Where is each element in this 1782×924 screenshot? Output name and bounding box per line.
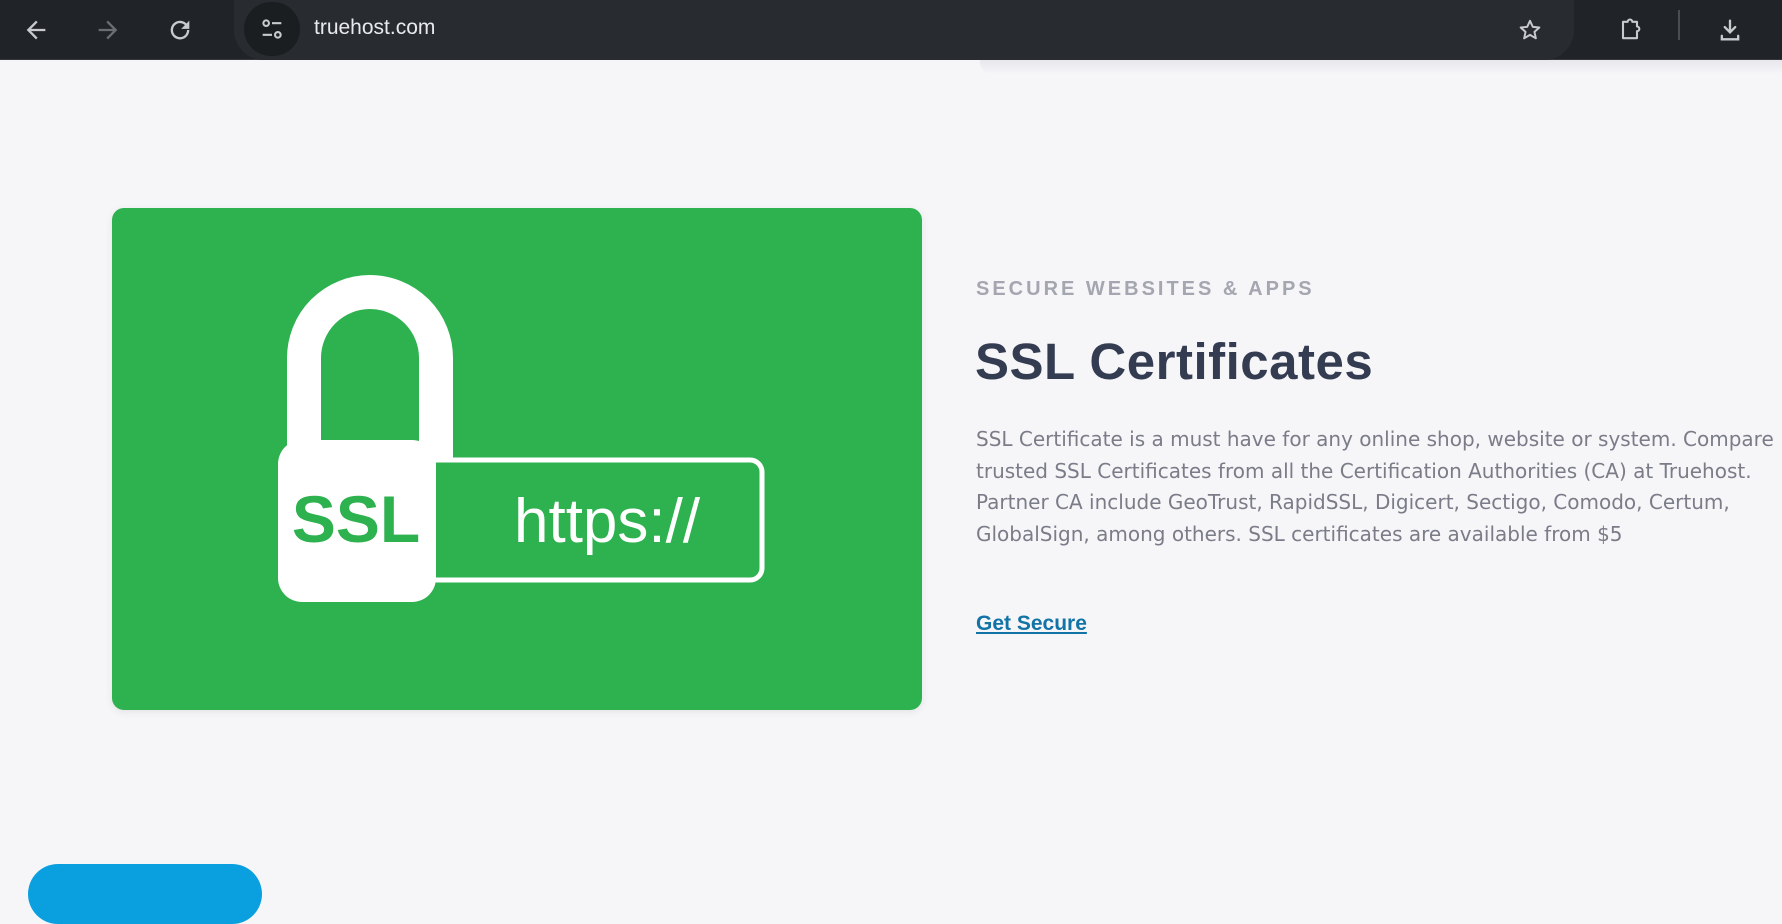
arrow-right-icon (98, 20, 118, 40)
puzzle-icon (1621, 18, 1641, 40)
tune-icon (262, 19, 282, 39)
bookmark-button[interactable] (1506, 6, 1554, 54)
extensions-button[interactable] (1606, 6, 1654, 54)
arrow-left-icon (26, 20, 46, 40)
partial-button[interactable] (28, 864, 262, 924)
header-shadow (980, 60, 1782, 74)
browser-toolbar: truehost.com (0, 0, 1782, 60)
download-icon (1720, 19, 1740, 41)
https-text: https:// (514, 487, 701, 556)
section-description: SSL Certificate is a must have for any o… (976, 427, 1774, 546)
url-text[interactable]: truehost.com (314, 10, 435, 46)
section-eyebrow: SECURE WEBSITES & APPS (976, 278, 1315, 300)
site-info-button[interactable] (244, 2, 300, 56)
padlock-icon: SSL https:// (278, 275, 765, 602)
ssl-illustration: SSL https:// (112, 208, 922, 710)
address-bar[interactable]: truehost.com (234, 0, 1574, 60)
get-secure-link[interactable]: Get Secure (976, 612, 1087, 636)
download-button[interactable] (1706, 6, 1754, 54)
reload-button[interactable] (156, 6, 204, 54)
back-button[interactable] (12, 6, 60, 54)
forward-button[interactable] (84, 6, 132, 54)
toolbar-divider (1678, 10, 1680, 40)
section-title: SSL Certificates (975, 333, 1374, 390)
ssl-badge-text: SSL (292, 482, 420, 556)
star-icon (1519, 19, 1541, 40)
reload-icon (170, 20, 190, 40)
